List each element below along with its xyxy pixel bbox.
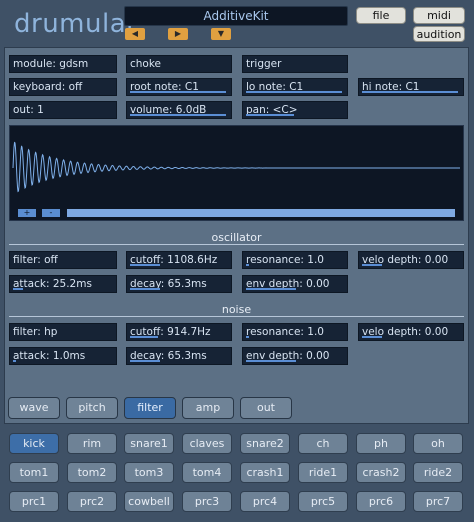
noise-cutoff-value-bar [130, 336, 158, 338]
pad-prc2[interactable]: prc2 [67, 491, 117, 512]
tab-amp[interactable]: amp [182, 397, 234, 419]
audition-button[interactable]: audition [413, 26, 465, 42]
hi-note-control[interactable]: hi note: C1 [358, 78, 464, 96]
noise-env-depth-control[interactable]: env depth: 0.00 [242, 347, 348, 365]
root-note-control[interactable]: root note: C1 [126, 78, 232, 96]
noise-velo-depth-value-bar [362, 336, 382, 338]
pad-tom1[interactable]: tom1 [9, 462, 59, 483]
pad-snare1[interactable]: snare1 [124, 433, 174, 454]
module-selector[interactable]: module: gdsm [9, 55, 117, 73]
pad-cowbell[interactable]: cowbell [124, 491, 174, 512]
choke-label: choke [130, 58, 162, 70]
zoom-in-button[interactable]: + [18, 209, 36, 217]
pad-prc4[interactable]: prc4 [240, 491, 290, 512]
osc-velo-depth-control[interactable]: velo depth: 0.00 [358, 251, 464, 269]
kit-menu-icon[interactable]: ▼ [211, 28, 231, 40]
pad-prc6[interactable]: prc6 [356, 491, 406, 512]
pad-prc7[interactable]: prc7 [413, 491, 463, 512]
out-selector[interactable]: out: 1 [9, 101, 117, 119]
osc-env-depth-control[interactable]: env depth: 0.00 [242, 275, 348, 293]
pad-snare2[interactable]: snare2 [240, 433, 290, 454]
waveform-display[interactable] [9, 125, 464, 221]
keyboard-selector[interactable]: keyboard: off [9, 78, 117, 96]
osc-velo-depth-value-bar [362, 264, 382, 266]
waveform-graph [12, 141, 460, 193]
noise-divider [9, 316, 464, 317]
osc-attack-label: attack: 25.2ms [13, 278, 92, 290]
noise-filter-selector[interactable]: filter: hp [9, 323, 117, 341]
osc-filter-selector[interactable]: filter: off [9, 251, 117, 269]
tab-filter[interactable]: filter [124, 397, 176, 419]
noise-filter-label: filter: hp [13, 326, 58, 338]
oscillator-section-title: oscillator [211, 231, 262, 244]
lo-note-value-bar [246, 91, 342, 93]
noise-attack-value-bar [13, 360, 16, 362]
keyboard-label: keyboard: off [13, 81, 83, 93]
app-title: drumular [14, 9, 138, 39]
osc-env-depth-value-bar [246, 288, 296, 290]
root-note-value-bar [130, 91, 226, 93]
prev-kit-icon[interactable]: ◀ [125, 28, 145, 40]
pad-kick[interactable]: kick [9, 433, 59, 454]
noise-env-depth-value-bar [246, 360, 296, 362]
noise-section-title: noise [221, 303, 252, 316]
volume-control[interactable]: volume: 6.0dB [126, 101, 232, 119]
hi-note-value-bar [362, 91, 458, 93]
osc-cutoff-value-bar [130, 264, 160, 266]
noise-cutoff-control[interactable]: cutoff: 914.7Hz [126, 323, 232, 341]
module-label: module: gdsm [13, 58, 89, 70]
osc-resonance-label: resonance: 1.0 [246, 254, 324, 266]
tab-wave[interactable]: wave [8, 397, 60, 419]
pad-ph[interactable]: ph [356, 433, 406, 454]
osc-decay-control[interactable]: decay: 65.3ms [126, 275, 232, 293]
tab-pitch[interactable]: pitch [66, 397, 118, 419]
noise-attack-control[interactable]: attack: 1.0ms [9, 347, 117, 365]
pad-tom4[interactable]: tom4 [182, 462, 232, 483]
osc-decay-value-bar [130, 288, 160, 290]
noise-decay-control[interactable]: decay: 65.3ms [126, 347, 232, 365]
waveform-scrollbar[interactable] [66, 208, 456, 218]
midi-learn-button[interactable]: midi learn [413, 7, 465, 37]
kit-name-display[interactable]: AdditiveKit [124, 6, 348, 26]
out-label: out: 1 [13, 104, 44, 116]
osc-filter-label: filter: off [13, 254, 58, 266]
noise-decay-value-bar [130, 360, 160, 362]
next-kit-icon[interactable]: ▶ [168, 28, 188, 40]
trigger-selector[interactable]: trigger [242, 55, 348, 73]
noise-attack-label: attack: 1.0ms [13, 350, 86, 362]
oscillator-divider [9, 244, 464, 245]
osc-resonance-control[interactable]: resonance: 1.0 [242, 251, 348, 269]
pad-claves[interactable]: claves [182, 433, 232, 454]
noise-resonance-label: resonance: 1.0 [246, 326, 324, 338]
pad-tom3[interactable]: tom3 [124, 462, 174, 483]
choke-selector[interactable]: choke [126, 55, 232, 73]
trigger-label: trigger [246, 58, 282, 70]
noise-resonance-control[interactable]: resonance: 1.0 [242, 323, 348, 341]
pan-value-bar [246, 114, 294, 116]
volume-value-bar [130, 114, 226, 116]
pad-crash1[interactable]: crash1 [240, 462, 290, 483]
pad-prc5[interactable]: prc5 [298, 491, 348, 512]
osc-cutoff-control[interactable]: cutoff: 1108.6Hz [126, 251, 232, 269]
lo-note-control[interactable]: lo note: C1 [242, 78, 348, 96]
pan-control[interactable]: pan: <C> [242, 101, 348, 119]
pad-ride2[interactable]: ride2 [413, 462, 463, 483]
pad-rim[interactable]: rim [67, 433, 117, 454]
osc-resonance-value-bar [246, 264, 249, 266]
file-button[interactable]: file [356, 7, 406, 24]
tab-out[interactable]: out [240, 397, 292, 419]
pad-prc3[interactable]: prc3 [182, 491, 232, 512]
noise-resonance-value-bar [246, 336, 249, 338]
pad-ride1[interactable]: ride1 [298, 462, 348, 483]
waveform-trace [12, 141, 460, 193]
zoom-out-button[interactable]: - [42, 209, 60, 217]
noise-velo-depth-control[interactable]: velo depth: 0.00 [358, 323, 464, 341]
pad-prc1[interactable]: prc1 [9, 491, 59, 512]
pad-crash2[interactable]: crash2 [356, 462, 406, 483]
pad-tom2[interactable]: tom2 [67, 462, 117, 483]
pad-oh[interactable]: oh [413, 433, 463, 454]
osc-attack-value-bar [13, 288, 23, 290]
osc-attack-control[interactable]: attack: 25.2ms [9, 275, 117, 293]
pad-ch[interactable]: ch [298, 433, 348, 454]
